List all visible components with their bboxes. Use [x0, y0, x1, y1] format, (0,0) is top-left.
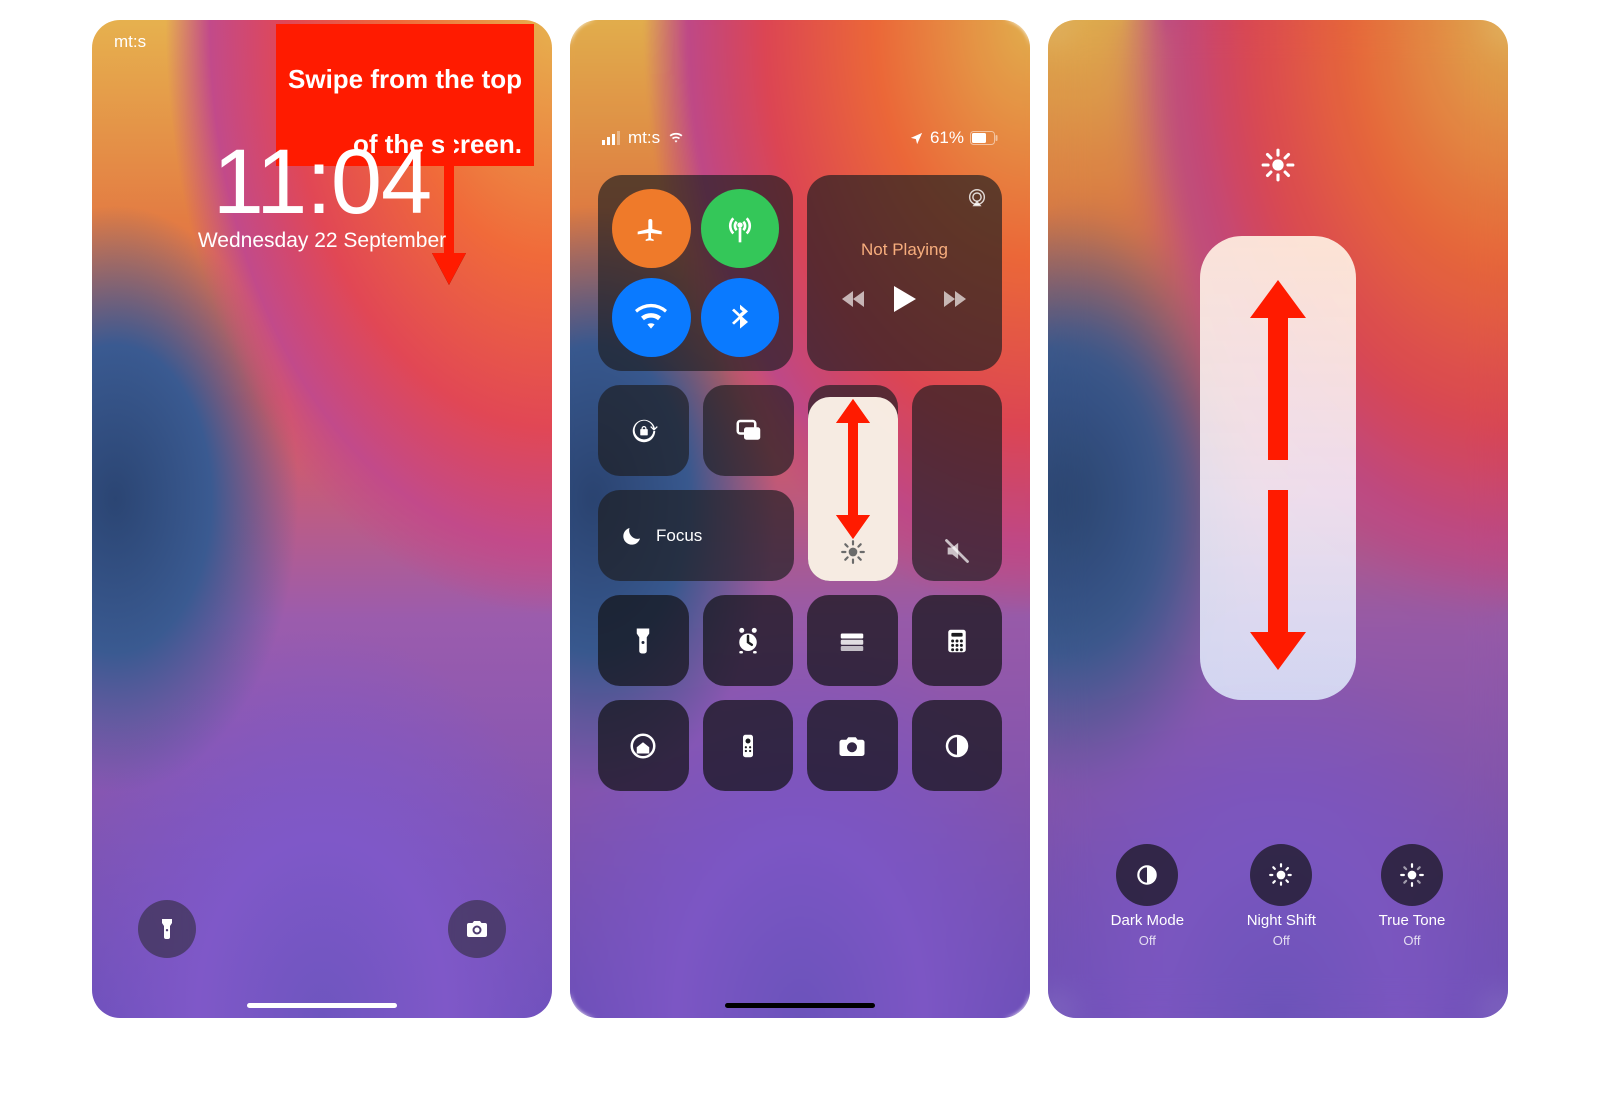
drag-down-arrow-icon [1250, 490, 1306, 675]
play-button[interactable] [894, 286, 916, 312]
airplay-icon[interactable] [966, 187, 988, 209]
lock-date: Wednesday 22 September [92, 229, 552, 253]
flashlight-button[interactable] [138, 900, 196, 958]
focus-button[interactable]: Focus [598, 490, 794, 581]
true-tone-icon [1399, 862, 1425, 888]
carrier-label: mt:s [114, 32, 146, 52]
orientation-lock-button[interactable] [598, 385, 689, 476]
cc-status-bar: mt:s 61% [570, 128, 1030, 148]
camera-button[interactable] [448, 900, 506, 958]
location-icon [909, 131, 924, 146]
orientation-lock-icon [629, 416, 659, 446]
bluetooth-button[interactable] [701, 278, 780, 357]
dark-mode-tile[interactable] [912, 700, 1003, 791]
home-indicator[interactable] [725, 1003, 875, 1008]
antenna-icon [724, 213, 756, 245]
wallet-icon [837, 626, 867, 656]
camera-icon [465, 917, 489, 941]
home-indicator[interactable] [247, 1003, 397, 1008]
dark-mode-icon [1134, 862, 1160, 888]
battery-icon [970, 131, 998, 145]
lock-clock: 11:04 Wednesday 22 September [92, 130, 552, 253]
flashlight-icon [628, 626, 658, 656]
night-shift-icon [1268, 862, 1294, 888]
focus-label: Focus [656, 526, 702, 546]
cellular-data-button[interactable] [701, 189, 780, 268]
wifi-icon [635, 302, 667, 334]
dark-mode-option[interactable]: Dark Mode Off [1111, 844, 1184, 948]
wifi-button[interactable] [612, 278, 691, 357]
calculator-tile[interactable] [912, 595, 1003, 686]
wallet-tile[interactable] [807, 595, 898, 686]
cellular-signal-icon [602, 131, 622, 145]
airplane-icon [635, 213, 667, 245]
alarm-icon [733, 626, 763, 656]
forward-button[interactable] [944, 289, 968, 309]
wifi-status-icon [666, 131, 686, 145]
screen-mirroring-button[interactable] [703, 385, 794, 476]
home-icon [628, 731, 658, 761]
volume-mute-icon [943, 537, 971, 565]
media-tile[interactable]: Not Playing [807, 175, 1002, 371]
moon-icon [620, 524, 644, 548]
lock-screen-panel: mt:s Swipe from the top of the screen. 1… [92, 20, 552, 1018]
brightness-slider[interactable] [808, 385, 898, 581]
calculator-icon [942, 626, 972, 656]
drag-up-arrow-icon [1250, 280, 1306, 465]
control-center-panel: mt:s 61% [570, 20, 1030, 1018]
flashlight-tile[interactable] [598, 595, 689, 686]
flashlight-icon [155, 917, 179, 941]
remote-icon [733, 731, 763, 761]
true-tone-option[interactable]: True Tone Off [1379, 844, 1446, 948]
camera-icon [837, 731, 867, 761]
cc-carrier-label: mt:s [628, 128, 660, 148]
home-tile[interactable] [598, 700, 689, 791]
airplane-mode-button[interactable] [612, 189, 691, 268]
now-playing-label: Not Playing [861, 240, 948, 260]
brightness-expanded-panel: Dark Mode Off Night Shift Off True Tone … [1048, 20, 1508, 1018]
bluetooth-icon [724, 302, 756, 334]
rewind-button[interactable] [842, 289, 866, 309]
connectivity-tile[interactable] [598, 175, 793, 371]
brightness-drag-arrow-icon [836, 399, 870, 544]
screen-mirroring-icon [734, 416, 764, 446]
night-shift-option[interactable]: Night Shift Off [1247, 844, 1316, 948]
volume-slider[interactable] [912, 385, 1002, 581]
camera-tile[interactable] [807, 700, 898, 791]
brightness-icon [840, 539, 866, 565]
battery-pct-label: 61% [930, 128, 964, 148]
alarm-tile[interactable] [703, 595, 794, 686]
dark-mode-icon [942, 731, 972, 761]
sun-icon [1261, 148, 1295, 182]
apple-tv-remote-tile[interactable] [703, 700, 794, 791]
lock-time: 11:04 [92, 130, 552, 235]
